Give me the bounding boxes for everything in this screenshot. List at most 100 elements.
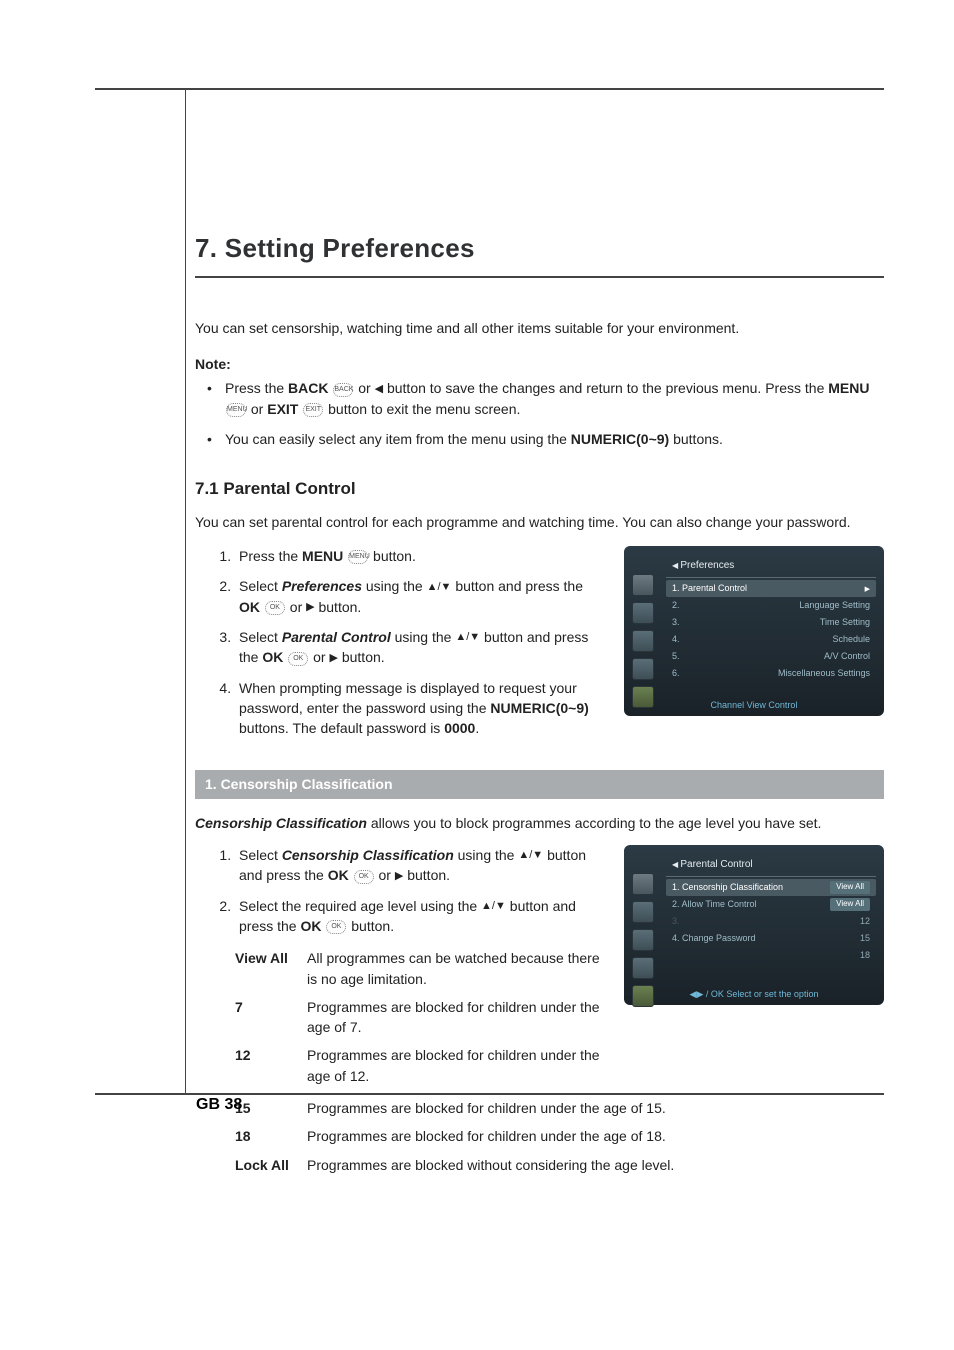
intro-text: You can set censorship, watching time an… (195, 318, 884, 338)
scr-value: View All (830, 881, 870, 894)
scr-tab-icon (632, 901, 654, 923)
scr-tab-icon (632, 873, 654, 895)
text: button and press the (451, 578, 583, 594)
scr-footer: Channel View Control (624, 699, 884, 712)
section-desc: You can set parental control for each pr… (195, 512, 884, 532)
text: or (375, 867, 395, 883)
step-1: Press the MENU MENU button. (235, 546, 606, 566)
scr-tab-icon (632, 658, 654, 680)
scr-option: 12 (852, 915, 870, 928)
text: button. (369, 548, 416, 564)
scr-footer: ◀▶ / OK Select or set the option (624, 988, 884, 1001)
ok-icon: OK (265, 601, 285, 615)
exit-icon: EXIT (303, 403, 323, 417)
up-down-arrow-icon: ▲/▼ (455, 630, 480, 646)
up-down-arrow-icon: ▲/▼ (518, 848, 543, 864)
scr-menu-item: 5. A/V Control (666, 648, 876, 665)
document-page: 7. Setting Preferences You can set censo… (0, 0, 954, 1350)
ok-label: OK (328, 867, 349, 883)
numeric-label: NUMERIC(0~9) (571, 431, 669, 447)
scr-divider (666, 577, 876, 578)
scr-menu-item: 2. Language Setting (666, 597, 876, 614)
step-3: Select Parental Control using the ▲/▼ bu… (235, 627, 606, 668)
table-row: 18Programmes are blocked for children un… (235, 1126, 884, 1146)
cc-steps-col: Select Censorship Classification using t… (195, 845, 606, 1094)
cc-label: Censorship Classification (282, 847, 454, 863)
steps-list: Press the MENU MENU button. Select Prefe… (195, 546, 606, 738)
term: 12 (235, 1045, 307, 1086)
step-2: Select Preferences using the ▲/▼ button … (235, 576, 606, 617)
default-password: 0000 (444, 720, 475, 736)
text: Press the (225, 380, 288, 396)
top-rule (95, 88, 884, 90)
scr-divider (666, 876, 876, 877)
menu-label: MENU (828, 380, 869, 396)
term: Lock All (235, 1155, 307, 1175)
cc-screenshot-col: Parental Control 1. Censorship Classific… (624, 845, 884, 1094)
back-icon: BACK (333, 383, 353, 397)
step-4: When prompting message is displayed to r… (235, 678, 606, 739)
up-down-arrow-icon: ▲/▼ (481, 899, 506, 915)
scr-tab-icon (632, 929, 654, 951)
scr-header: Parental Control (666, 855, 876, 876)
scr-tab-icon (632, 574, 654, 596)
section1-layout: Press the MENU MENU button. Select Prefe… (195, 546, 884, 748)
text: button. (347, 918, 394, 934)
cc-step-1: Select Censorship Classification using t… (235, 845, 606, 886)
text: button. (315, 599, 362, 615)
subsection-header: 1. Censorship Classification (195, 770, 884, 798)
menu-icon: MENU (348, 550, 368, 564)
note-item-1: Press the BACK BACK or ◀ button to save … (225, 378, 884, 419)
cc-desc: Censorship Classification allows you to … (195, 813, 884, 833)
desc: Programmes are blocked for children unde… (307, 1098, 884, 1118)
scr-menu-item: 18 (666, 947, 876, 964)
preferences-label: Preferences (282, 578, 362, 594)
ok-label: OK (239, 599, 260, 615)
scr-menu-item: 1. Censorship ClassificationView All (666, 879, 876, 896)
menu-icon: MENU (226, 403, 246, 417)
text: using the (362, 578, 427, 594)
text: button. (403, 867, 450, 883)
definition-table: View AllAll programmes can be watched be… (235, 948, 606, 1086)
table-row: 7Programmes are blocked for children und… (235, 997, 606, 1038)
scr-tab-icon (632, 602, 654, 624)
scr-menu-item: 4. Schedule (666, 631, 876, 648)
parental-control-label: Parental Control (282, 629, 391, 645)
text: buttons. (669, 431, 723, 447)
scr-option: 15 (852, 932, 870, 945)
desc: Programmes are blocked without consideri… (307, 1155, 884, 1175)
text: or (247, 401, 267, 417)
definition-table-cont: 15Programmes are blocked for children un… (235, 1098, 884, 1175)
text: . (475, 720, 479, 736)
scr-item-label: Language Setting (799, 599, 870, 612)
text: allows you to block programmes according… (367, 815, 821, 831)
right-arrow-icon (865, 582, 870, 595)
scr-menu-item: 4. Change Password15 (666, 930, 876, 947)
scr-item-label: A/V Control (824, 650, 870, 663)
scr-menu-list: 1. Parental Control 2. Language Setting … (666, 580, 876, 682)
ok-label: OK (262, 649, 283, 665)
text: Select (239, 847, 282, 863)
chapter-title: 7. Setting Preferences (195, 230, 884, 268)
text: You can easily select any item from the … (225, 431, 571, 447)
table-row: Lock AllProgrammes are blocked without c… (235, 1155, 884, 1175)
text: or (286, 599, 306, 615)
cc-step-2: Select the required age level using the … (235, 896, 606, 937)
text: or (354, 380, 374, 396)
scr-tab-icon (632, 630, 654, 652)
scr-item-label: Parental Control (682, 583, 747, 593)
ui-screenshot-parental: Parental Control 1. Censorship Classific… (624, 845, 884, 1005)
screenshot-col: Preferences 1. Parental Control 2. Langu… (624, 546, 884, 748)
scr-menu-item: 6. Miscellaneous Settings (666, 665, 876, 682)
note-item-2: You can easily select any item from the … (225, 429, 884, 449)
text: button to exit the menu screen. (324, 401, 520, 417)
text: Press the (239, 548, 302, 564)
desc: Programmes are blocked for children unde… (307, 1045, 606, 1086)
term: View All (235, 948, 307, 989)
table-row: View AllAll programmes can be watched be… (235, 948, 606, 989)
cc-steps-list: Select Censorship Classification using t… (195, 845, 606, 936)
scr-menu-item: 1. Parental Control (666, 580, 876, 597)
cc-layout: Select Censorship Classification using t… (195, 845, 884, 1094)
numeric-label: NUMERIC(0~9) (490, 700, 588, 716)
scr-menu-item: 3.12 (666, 913, 876, 930)
